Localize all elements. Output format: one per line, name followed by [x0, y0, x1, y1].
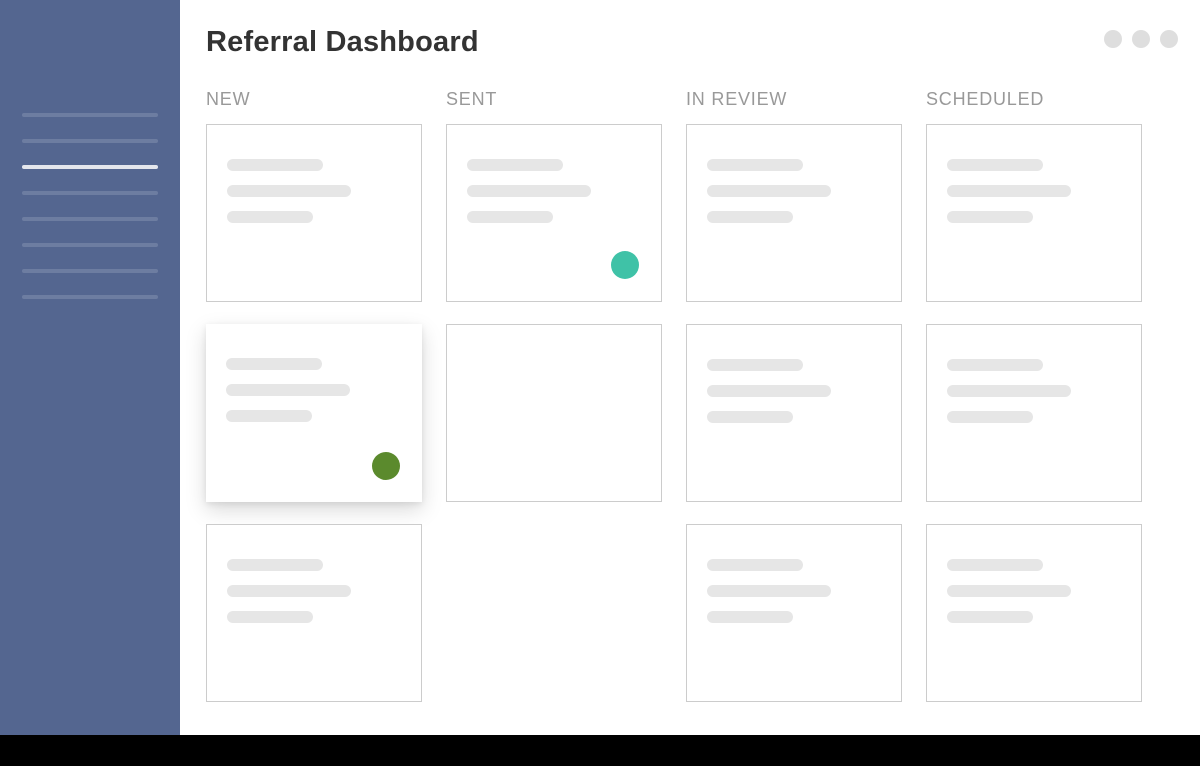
skeleton-line [227, 211, 313, 223]
sidebar-item-active[interactable] [22, 165, 158, 169]
column-new: NEW [206, 89, 422, 724]
skeleton-line [707, 159, 803, 171]
status-dot-icon [372, 452, 400, 480]
skeleton-line [707, 185, 831, 197]
app-window: Referral Dashboard NEW [0, 0, 1200, 735]
skeleton-line [707, 411, 793, 423]
referral-card-empty[interactable] [446, 324, 662, 502]
sidebar-item[interactable] [22, 243, 158, 247]
referral-card[interactable] [926, 124, 1142, 302]
column-header: SCHEDULED [926, 89, 1142, 110]
referral-card[interactable] [686, 524, 902, 702]
skeleton-line [947, 611, 1033, 623]
sidebar-item[interactable] [22, 217, 158, 221]
main-content: Referral Dashboard NEW [180, 0, 1200, 735]
skeleton-line [707, 585, 831, 597]
column-sent: SENT [446, 89, 662, 724]
referral-card[interactable] [686, 124, 902, 302]
skeleton-line [947, 385, 1071, 397]
skeleton-line [467, 185, 591, 197]
skeleton-line [226, 384, 350, 396]
column-header: NEW [206, 89, 422, 110]
window-dot-icon[interactable] [1132, 30, 1150, 48]
referral-card[interactable] [686, 324, 902, 502]
skeleton-line [707, 211, 793, 223]
skeleton-line [226, 358, 322, 370]
column-header: SENT [446, 89, 662, 110]
referral-card[interactable] [926, 324, 1142, 502]
window-controls [1104, 30, 1178, 48]
referral-card[interactable] [206, 524, 422, 702]
skeleton-line [947, 559, 1043, 571]
referral-card[interactable] [926, 524, 1142, 702]
column-header: IN REVIEW [686, 89, 902, 110]
skeleton-line [227, 585, 351, 597]
referral-card[interactable] [206, 324, 422, 502]
skeleton-line [707, 611, 793, 623]
skeleton-line [947, 211, 1033, 223]
skeleton-line [707, 359, 803, 371]
window-dot-icon[interactable] [1160, 30, 1178, 48]
skeleton-line [227, 611, 313, 623]
skeleton-line [467, 211, 553, 223]
skeleton-line [947, 159, 1043, 171]
skeleton-line [227, 185, 351, 197]
sidebar [0, 0, 180, 735]
column-in-review: IN REVIEW [686, 89, 902, 724]
skeleton-line [707, 559, 803, 571]
skeleton-line [227, 559, 323, 571]
skeleton-line [947, 359, 1043, 371]
sidebar-item[interactable] [22, 269, 158, 273]
page-title: Referral Dashboard [206, 26, 1176, 59]
referral-card[interactable] [206, 124, 422, 302]
skeleton-line [226, 410, 312, 422]
skeleton-line [467, 159, 563, 171]
status-dot-icon [611, 251, 639, 279]
skeleton-line [947, 185, 1071, 197]
sidebar-item[interactable] [22, 191, 158, 195]
column-scheduled: SCHEDULED [926, 89, 1142, 724]
referral-card[interactable] [446, 124, 662, 302]
sidebar-item[interactable] [22, 295, 158, 299]
window-dot-icon[interactable] [1104, 30, 1122, 48]
kanban-board: NEW [206, 89, 1176, 724]
sidebar-item[interactable] [22, 139, 158, 143]
sidebar-item[interactable] [22, 113, 158, 117]
skeleton-line [947, 585, 1071, 597]
skeleton-line [947, 411, 1033, 423]
skeleton-line [227, 159, 323, 171]
skeleton-line [707, 385, 831, 397]
